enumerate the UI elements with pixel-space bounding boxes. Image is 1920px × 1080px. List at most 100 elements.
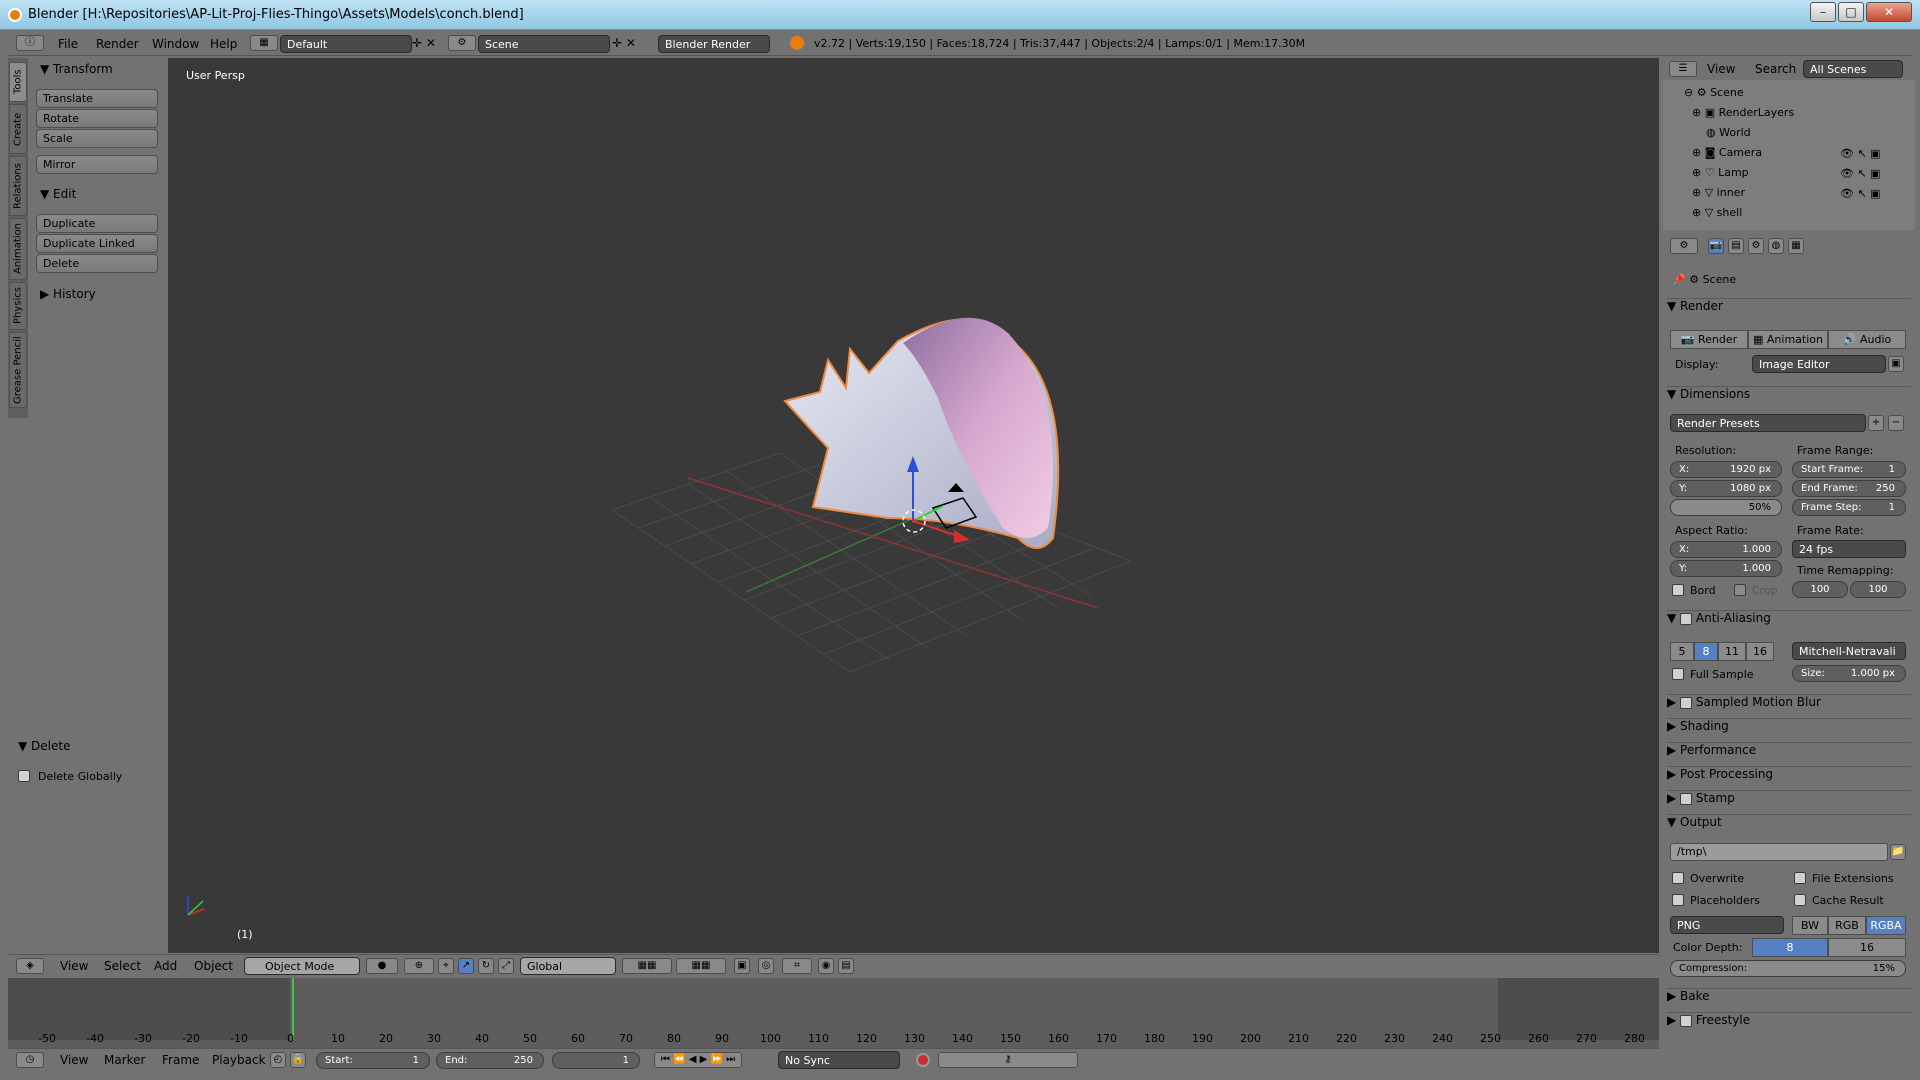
lock-interface-icon[interactable]: ▣ (1888, 356, 1904, 372)
filter-size-field[interactable]: Size: 1.000 px (1792, 665, 1906, 682)
outliner-row-world[interactable]: ◍ World (1706, 126, 1751, 139)
add-scene-icon[interactable]: ✛ ✕ (612, 36, 636, 50)
outliner-row-lamp[interactable]: ⊕ ♡ Lamp (1692, 166, 1749, 179)
menu-frame[interactable]: Frame (162, 1053, 199, 1067)
render-engine-select[interactable]: Blender Render (658, 35, 770, 53)
aa-samples-11[interactable]: 11 (1718, 642, 1746, 661)
menu-search[interactable]: Search (1755, 62, 1796, 76)
layers-1-icon[interactable]: ▦▦ (622, 958, 672, 974)
sync-select[interactable]: No Sync (778, 1051, 900, 1069)
current-frame-field[interactable]: 1 (552, 1052, 640, 1069)
orientation-select[interactable]: Global (520, 957, 616, 975)
aspect-y-field[interactable]: Y: 1.000 (1670, 560, 1782, 577)
menu-render[interactable]: Render (96, 37, 139, 51)
manipulator-icon[interactable]: ⌖ (438, 958, 454, 974)
border-checkbox[interactable] (1672, 584, 1684, 596)
end-frame-field[interactable]: End: 250 (436, 1052, 544, 1069)
animation-button[interactable]: ▦ Animation (1748, 330, 1828, 349)
record-icon[interactable] (916, 1053, 930, 1067)
edit-panel-header[interactable]: ▼ Edit (40, 187, 76, 201)
shading-panel-header[interactable]: ▶ Shading (1667, 718, 1911, 740)
close-button[interactable]: ✕ (1866, 2, 1912, 22)
delete-button[interactable]: Delete (36, 254, 158, 273)
compression-slider[interactable]: Compression: 15% (1670, 960, 1906, 977)
lock-layers-icon[interactable]: ▣ (734, 958, 750, 974)
motion-blur-panel-header[interactable]: ▶ Sampled Motion Blur (1667, 694, 1911, 716)
menu-window[interactable]: Window (152, 37, 199, 51)
freestyle-checkbox[interactable] (1680, 1014, 1693, 1027)
color-depth-16[interactable]: 16 (1828, 938, 1906, 957)
lock-icon[interactable]: 🔒 (290, 1052, 306, 1068)
editor-type-info-icon[interactable]: ⓘ (16, 35, 44, 51)
visibility-icons[interactable]: 👁 ↖ ▣ 👁 ↖ ▣ 👁 ↖ ▣ (1840, 144, 1881, 204)
color-depth-8[interactable]: 8 (1752, 938, 1828, 957)
frame-rate-select[interactable]: 24 fps (1792, 540, 1906, 558)
editor-type-properties-icon[interactable]: ⚙ (1670, 238, 1698, 254)
crop-checkbox[interactable] (1734, 584, 1746, 596)
menu-select[interactable]: Select (104, 959, 141, 973)
tab-physics[interactable]: Physics (9, 282, 27, 330)
color-rgba-button[interactable]: RGBA (1866, 916, 1906, 935)
render-context-icon[interactable]: 📷 (1708, 238, 1724, 254)
snap-icon[interactable]: ⌗ (782, 958, 812, 974)
menu-view[interactable]: View (1707, 62, 1735, 76)
anti-aliasing-panel-header[interactable]: ▼ Anti-Aliasing (1667, 610, 1911, 632)
freestyle-panel-header[interactable]: ▶ Freestyle (1667, 1012, 1911, 1034)
resolution-y-field[interactable]: Y: 1080 px (1670, 480, 1782, 497)
screen-layout-icon[interactable]: ▦ (250, 35, 278, 51)
duplicate-button[interactable]: Duplicate (36, 214, 158, 233)
menu-add[interactable]: Add (154, 959, 177, 973)
overwrite-checkbox[interactable] (1672, 872, 1684, 884)
translate-button[interactable]: Translate (36, 89, 158, 108)
tab-create[interactable]: Create (9, 104, 27, 154)
color-rgb-button[interactable]: RGB (1828, 916, 1866, 935)
editor-type-timeline-icon[interactable]: ◷ (16, 1052, 44, 1068)
start-frame-field[interactable]: Start Frame: 1 (1792, 461, 1906, 478)
menu-marker[interactable]: Marker (104, 1053, 145, 1067)
end-frame-field[interactable]: End Frame: 250 (1792, 480, 1906, 497)
display-select[interactable]: Image Editor (1752, 355, 1886, 373)
render-anim-icon[interactable]: ▤ (838, 958, 854, 974)
render-panel-header[interactable]: ▼ Render (1667, 298, 1911, 320)
folder-icon[interactable]: 📁 (1890, 844, 1906, 860)
file-format-select[interactable]: PNG (1670, 916, 1784, 934)
delete-operator-header[interactable]: ▼ Delete (18, 739, 70, 753)
output-path-field[interactable]: /tmp\ (1670, 843, 1888, 861)
preview-range-icon[interactable]: ◴ (270, 1052, 286, 1068)
render-icon[interactable]: ◉ (818, 958, 834, 974)
scene-field[interactable]: Scene (478, 35, 610, 53)
world-context-icon[interactable]: ◍ (1768, 238, 1784, 254)
file-extensions-checkbox[interactable] (1794, 872, 1806, 884)
mirror-button[interactable]: Mirror (36, 155, 158, 174)
screen-layout-field[interactable]: Default (280, 35, 412, 53)
outliner-row-renderlayers[interactable]: ⊕ ▣ RenderLayers (1692, 106, 1794, 119)
viewport-shading-icon[interactable]: ● (366, 958, 398, 974)
resolution-x-field[interactable]: X: 1920 px (1670, 461, 1782, 478)
outliner-row-shell[interactable]: ⊕ ▽ shell (1692, 206, 1742, 218)
motion-blur-checkbox[interactable] (1680, 696, 1693, 709)
history-panel-header[interactable]: ▶ History (40, 287, 96, 301)
audio-button[interactable]: 🔊 Audio (1828, 330, 1906, 349)
aa-samples-5[interactable]: 5 (1670, 642, 1694, 661)
anti-aliasing-checkbox[interactable] (1680, 612, 1693, 625)
timeline[interactable]: -50 -40 -30 -20 -10 0 10 20 30 40 50 60 … (8, 978, 1659, 1056)
mode-select[interactable]: Object Mode (244, 957, 360, 975)
menu-view[interactable]: View (60, 1053, 88, 1067)
remap-new-field[interactable]: 100 (1850, 581, 1906, 598)
scene-context-icon[interactable]: ⚙ (1748, 238, 1764, 254)
add-screen-icon[interactable]: ✛ ✕ (412, 36, 436, 50)
duplicate-linked-button[interactable]: Duplicate Linked (36, 234, 158, 253)
pivot-point-icon[interactable]: ⊕ (404, 958, 434, 974)
dimensions-panel-header[interactable]: ▼ Dimensions (1667, 386, 1911, 408)
stamp-panel-header[interactable]: ▶ Stamp (1667, 790, 1911, 812)
object-context-icon[interactable]: ▦ (1788, 238, 1804, 254)
editor-type-outliner-icon[interactable]: ☰ (1669, 61, 1697, 77)
display-mode-select[interactable]: All Scenes (1803, 60, 1903, 78)
tab-tools[interactable]: Tools (9, 62, 27, 102)
outliner-row-camera[interactable]: ⊕ ◙ Camera (1692, 146, 1762, 159)
frame-step-field[interactable]: Frame Step: 1 (1792, 499, 1906, 516)
layers-2-icon[interactable]: ▦▦ (676, 958, 726, 974)
render-presets-select[interactable]: Render Presets (1670, 414, 1866, 432)
editor-type-3dview-icon[interactable]: ◈ (16, 958, 44, 974)
outliner-row-inner[interactable]: ⊕ ▽ inner (1692, 186, 1745, 199)
